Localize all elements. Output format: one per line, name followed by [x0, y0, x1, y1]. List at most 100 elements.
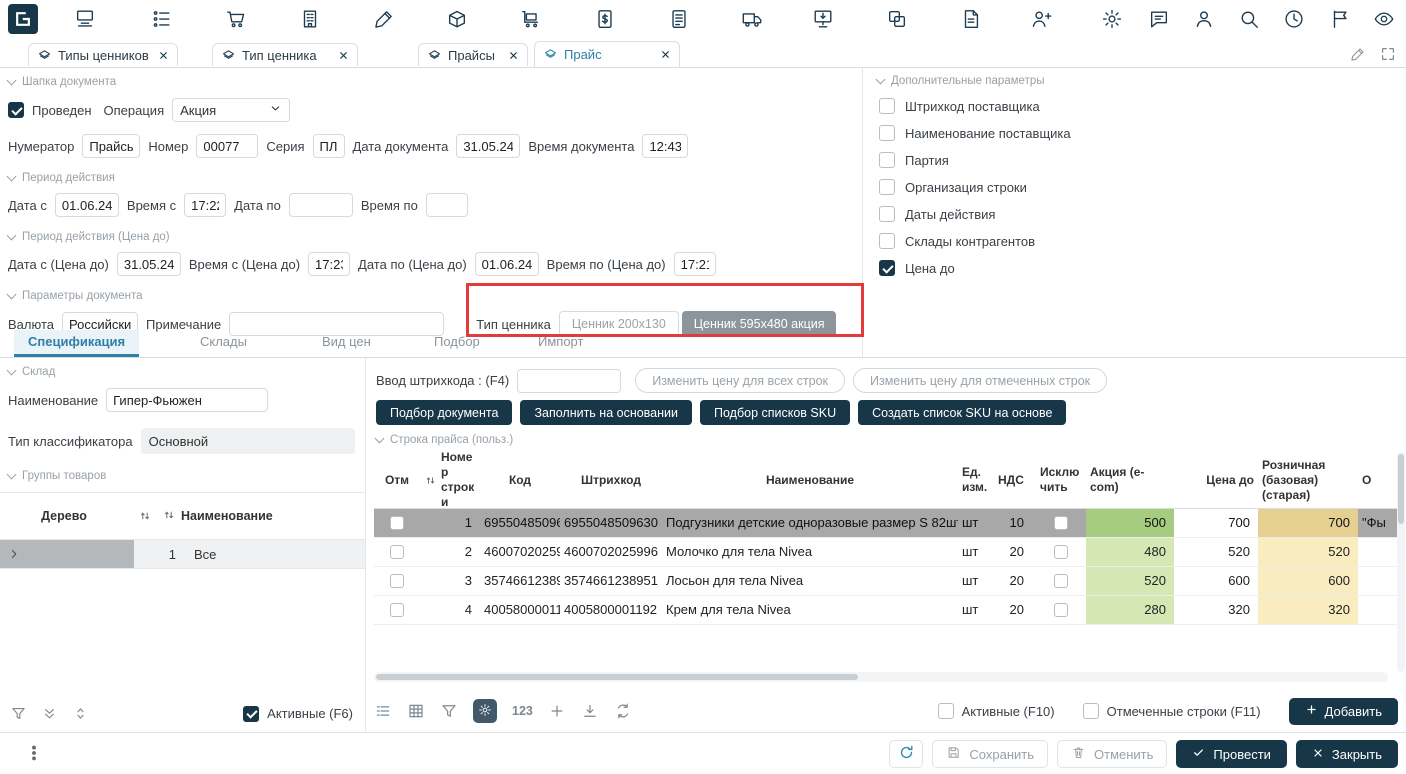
tab-3[interactable]: Прайсы [418, 43, 528, 66]
col-header-9[interactable]: Акция (e-com) [1086, 465, 1174, 495]
series-input[interactable] [313, 134, 345, 158]
param-checkbox[interactable] [879, 260, 895, 276]
footer-marked-checkbox[interactable] [1083, 703, 1099, 719]
user-add-icon[interactable] [1030, 8, 1052, 30]
col-header-3[interactable]: Код [480, 473, 560, 488]
table-row[interactable]: 169550485096306955048509630Подгузники де… [374, 509, 1404, 538]
section-price-rows[interactable]: Строка прайса (польз.) [376, 434, 513, 446]
section-groups[interactable]: Группы товаров [8, 470, 365, 482]
footer-active-checkbox[interactable] [938, 703, 954, 719]
doc-date-input[interactable] [456, 134, 520, 158]
col-header-10[interactable]: Цена до [1174, 473, 1258, 488]
param-checkbox[interactable] [879, 152, 895, 168]
close-button[interactable]: Закрыть [1296, 740, 1398, 768]
trolley-icon[interactable] [520, 8, 542, 30]
user-icon[interactable] [1193, 8, 1215, 30]
add-row-icon[interactable] [548, 702, 566, 720]
param-checkbox[interactable] [879, 125, 895, 141]
barcode-input[interactable] [517, 369, 621, 393]
param-checkbox[interactable] [879, 98, 895, 114]
section-period-price[interactable]: Период действия (Цена до) [8, 231, 860, 243]
operation-select[interactable]: Акция [172, 98, 290, 122]
table-row[interactable]: 440058000011924005800001192Крем для тела… [374, 596, 1404, 625]
pd-date-from-input[interactable] [117, 252, 181, 276]
tab-close-icon[interactable] [508, 50, 519, 61]
post-button[interactable]: Провести [1176, 740, 1287, 768]
export-icon[interactable] [581, 702, 599, 720]
row-expander[interactable] [0, 540, 134, 568]
date-from-input[interactable] [55, 193, 119, 217]
app-logo[interactable] [8, 4, 38, 34]
section-doc-header[interactable]: Шапка документа [8, 76, 860, 88]
fill-on-base-button[interactable]: Заполнить на основании [520, 400, 692, 425]
group-row[interactable]: 1Все [0, 540, 365, 569]
col-header-6[interactable]: Ед. изм. [958, 465, 994, 495]
truck-icon[interactable] [741, 8, 763, 30]
scrollbar-thumb[interactable] [376, 674, 858, 680]
building-icon[interactable] [299, 8, 321, 30]
col-tree[interactable]: Дерево [0, 509, 128, 523]
horizontal-scrollbar[interactable] [374, 672, 1388, 682]
numerator-input[interactable] [82, 134, 140, 158]
tab-2[interactable]: Тип ценника [212, 43, 358, 66]
copy-switch-icon[interactable] [886, 8, 908, 30]
save-button[interactable]: Сохранить [932, 740, 1048, 768]
col-header-8[interactable]: Исключить [1036, 465, 1086, 495]
pos-terminal-icon[interactable] [74, 8, 96, 30]
tab-close-icon[interactable] [158, 50, 169, 61]
table-row[interactable]: 335746612389513574661238951Лосьон для те… [374, 567, 1404, 596]
doc-time-input[interactable] [642, 134, 688, 158]
numbering-toggle[interactable]: 123 [512, 704, 533, 718]
row-checkbox[interactable] [390, 516, 404, 530]
time-from-input[interactable] [184, 193, 226, 217]
change-price-all-button[interactable]: Изменить цену для всех строк [635, 368, 845, 393]
change-price-marked-button[interactable]: Изменить цену для отмеченных строк [853, 368, 1107, 393]
comment-icon[interactable] [1148, 8, 1170, 30]
eye-icon[interactable] [1373, 8, 1395, 30]
col-header-2[interactable]: Номер строки [420, 450, 480, 510]
exclude-checkbox[interactable] [1054, 574, 1068, 588]
package-icon[interactable] [446, 8, 468, 30]
col-name[interactable]: Наименование [162, 508, 273, 525]
pd-time-from-input[interactable] [308, 252, 350, 276]
create-sku-list-button[interactable]: Создать список SKU на основе [858, 400, 1066, 425]
clock-icon[interactable] [1283, 8, 1305, 30]
param-checkbox[interactable] [879, 179, 895, 195]
proveden-checkbox[interactable] [8, 102, 24, 118]
doc-tab-5[interactable]: Импорт [524, 330, 597, 357]
document-icon[interactable] [960, 8, 982, 30]
exclude-checkbox[interactable] [1054, 545, 1068, 559]
row-checkbox[interactable] [390, 603, 404, 617]
tab-1[interactable]: Типы ценников [28, 43, 178, 66]
col-header-1[interactable]: Отм [374, 473, 420, 488]
checklist-icon[interactable] [151, 8, 173, 30]
pick-sku-lists-button[interactable]: Подбор списков SKU [700, 400, 850, 425]
time-to-input[interactable] [426, 193, 468, 217]
tab-4[interactable]: Прайс [534, 41, 680, 67]
money-doc-icon[interactable] [594, 8, 616, 30]
sidebar-active-checkbox[interactable] [243, 706, 259, 722]
flag-icon[interactable] [1329, 8, 1351, 30]
filter-icon[interactable] [440, 702, 458, 720]
col-header-5[interactable]: Наименование [662, 473, 958, 488]
search-icon[interactable] [1238, 8, 1260, 30]
param-checkbox[interactable] [879, 233, 895, 249]
edit-icon[interactable] [1350, 46, 1366, 65]
warehouse-name-input[interactable] [106, 388, 268, 412]
filter-icon[interactable] [10, 705, 27, 722]
row-checkbox[interactable] [390, 545, 404, 559]
number-input[interactable] [196, 134, 258, 158]
vertical-scrollbar[interactable] [1397, 452, 1405, 672]
list-view-icon[interactable] [374, 702, 392, 720]
pd-date-to-input[interactable] [475, 252, 539, 276]
tab-close-icon[interactable] [338, 50, 349, 61]
scrollbar-thumb[interactable] [1398, 454, 1404, 524]
pd-time-to-input[interactable] [674, 252, 716, 276]
row-checkbox[interactable] [390, 574, 404, 588]
fullscreen-icon[interactable] [1380, 46, 1396, 65]
shopping-cart-icon[interactable] [225, 8, 247, 30]
sort-icon[interactable] [128, 509, 162, 523]
section-doc-params[interactable]: Параметры документа [8, 290, 860, 302]
refresh-rows-icon[interactable] [614, 702, 632, 720]
monitor-download-icon[interactable] [812, 8, 834, 30]
